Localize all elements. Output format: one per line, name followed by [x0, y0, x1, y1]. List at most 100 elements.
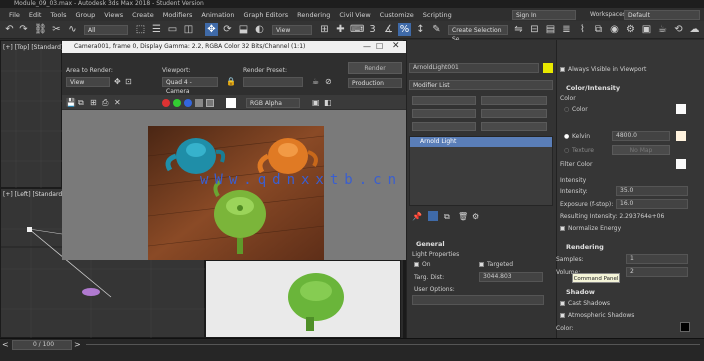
filter-color-swatch[interactable]: [676, 159, 686, 169]
percent-snap-icon[interactable]: %: [398, 23, 411, 36]
named-selection-dropdown[interactable]: Create Selection Se: [448, 25, 508, 43]
selection-filter-dropdown[interactable]: All: [84, 25, 128, 35]
shadow-rollout-title[interactable]: Shadow: [566, 288, 595, 296]
intensity-spinner[interactable]: 35.0: [616, 186, 688, 196]
modifier-stack-item[interactable]: Arnold Light: [410, 137, 552, 147]
production-dropdown[interactable]: Production: [348, 78, 402, 88]
workspace-dropdown[interactable]: Default: [624, 10, 700, 20]
pin-stack-icon[interactable]: 📌: [412, 212, 422, 221]
green-channel-icon[interactable]: [173, 99, 181, 107]
rotate-icon[interactable]: ⟳: [221, 23, 234, 36]
viewport-top-label[interactable]: [+] [Top] [Standard]: [3, 44, 63, 51]
print-icon[interactable]: ⎙: [102, 98, 108, 108]
menu-modifiers[interactable]: Modifiers: [163, 11, 193, 19]
align-icon[interactable]: ⊟: [528, 23, 541, 36]
volume-spinner[interactable]: 2: [626, 267, 688, 277]
snaps-toggle-icon[interactable]: 3: [366, 23, 379, 36]
blue-channel-icon[interactable]: [184, 99, 192, 107]
rendering-rollout-title[interactable]: Rendering: [566, 243, 604, 251]
user-options-field[interactable]: [412, 295, 544, 305]
menu-animation[interactable]: Animation: [201, 11, 234, 19]
menu-tools[interactable]: Tools: [50, 11, 66, 19]
environment-icon[interactable]: ⊘: [325, 77, 332, 86]
region-select-icon[interactable]: ▭: [166, 23, 179, 36]
channel-dropdown[interactable]: RGB Alpha: [246, 98, 300, 108]
modifier-list-dropdown[interactable]: Modifier List: [409, 80, 553, 90]
render-setup-teapot-icon[interactable]: ☕: [312, 77, 319, 86]
targ-dist-spinner[interactable]: 3044.803: [479, 272, 543, 282]
menu-group[interactable]: Group: [76, 11, 96, 19]
redo-icon[interactable]: ↷: [17, 23, 30, 36]
render-button[interactable]: Render: [348, 62, 402, 74]
render-window-titlebar[interactable]: Camera001, frame 0, Display Gamma: 2.2, …: [62, 41, 408, 53]
menu-customize[interactable]: Customize: [380, 11, 414, 19]
exposure-spinner[interactable]: 16.0: [616, 199, 688, 209]
mirror-icon[interactable]: ⇋: [512, 23, 525, 36]
spinner-snap-icon[interactable]: ↕: [414, 23, 427, 36]
place-icon[interactable]: ◐: [253, 23, 266, 36]
menu-edit[interactable]: Edit: [29, 11, 42, 19]
render-iterative-icon[interactable]: ⟲: [672, 23, 685, 36]
menu-file[interactable]: File: [9, 11, 20, 19]
clone-window-icon[interactable]: ⊞: [90, 98, 97, 107]
menu-graph-editors[interactable]: Graph Editors: [244, 11, 289, 19]
texture-map-button[interactable]: No Map: [612, 145, 670, 155]
keyboard-shortcut-icon[interactable]: ⌨: [350, 23, 364, 36]
modifier-shortcut-2[interactable]: [481, 96, 547, 105]
select-object-icon[interactable]: ⬚: [134, 23, 147, 36]
modifier-shortcut-5[interactable]: [412, 122, 476, 131]
mono-icon[interactable]: [206, 99, 214, 107]
object-color-swatch[interactable]: [543, 63, 553, 73]
samples-spinner[interactable]: 1: [626, 254, 688, 264]
viewport-camera[interactable]: [205, 260, 401, 338]
link-icon[interactable]: ⛓: [34, 23, 47, 36]
color-radio-symbol[interactable]: ○: [564, 106, 569, 113]
sign-in-dropdown[interactable]: Sign In: [512, 10, 576, 20]
rendered-frame-icon[interactable]: ▣: [640, 23, 653, 36]
select-manipulate-icon[interactable]: ✚: [334, 23, 347, 36]
render-cloud-icon[interactable]: ☁: [688, 23, 701, 36]
pivot-center-icon[interactable]: ⊞: [318, 23, 331, 36]
red-channel-icon[interactable]: [162, 99, 170, 107]
timeline-track[interactable]: [86, 344, 700, 345]
scale-icon[interactable]: ⬓: [237, 23, 250, 36]
modifier-shortcut-3[interactable]: [412, 109, 476, 118]
angle-snap-icon[interactable]: ∡: [382, 23, 395, 36]
atmospheric-shadows-checkbox[interactable]: [560, 313, 565, 318]
color-intensity-title[interactable]: Color/Intensity: [566, 84, 620, 92]
kelvin-spinner[interactable]: 4800.0: [612, 131, 670, 141]
unlink-icon[interactable]: ✂: [50, 23, 63, 36]
minimize-icon[interactable]: —: [363, 42, 371, 51]
toggle-ui-icon[interactable]: ◧: [324, 98, 332, 107]
auto-region-icon[interactable]: ⊡: [125, 77, 132, 86]
on-checkbox[interactable]: [414, 262, 419, 267]
render-preset-dropdown[interactable]: [243, 77, 303, 87]
select-move-icon[interactable]: ✥: [205, 23, 218, 36]
time-slider-prev-icon[interactable]: <: [2, 340, 9, 349]
menu-rendering[interactable]: Rendering: [297, 11, 330, 19]
copy-image-icon[interactable]: ⧉: [78, 98, 84, 108]
render-setup-icon[interactable]: ⚙: [624, 23, 637, 36]
targeted-checkbox[interactable]: [479, 262, 484, 267]
texture-radio-symbol[interactable]: ○: [564, 147, 569, 154]
clear-icon[interactable]: ✕: [114, 98, 121, 107]
schematic-view-icon[interactable]: ⧉: [592, 23, 605, 36]
reference-coord-dropdown[interactable]: View: [272, 25, 312, 35]
modifier-shortcut-6[interactable]: [481, 122, 547, 131]
viewport-top[interactable]: [0, 40, 63, 189]
make-unique-icon[interactable]: ⧉: [444, 212, 450, 222]
alpha-channel-icon[interactable]: [195, 99, 203, 107]
kelvin-radio-symbol[interactable]: ●: [564, 133, 569, 140]
menu-scripting[interactable]: Scripting: [423, 11, 452, 19]
menu-civil-view[interactable]: Civil View: [339, 11, 370, 19]
viewport-dropdown[interactable]: Quad 4 - Camera: [162, 77, 218, 95]
window-crossing-icon[interactable]: ◫: [182, 23, 195, 36]
configure-sets-icon[interactable]: ⚙: [472, 212, 479, 221]
shadow-color-swatch[interactable]: [680, 322, 690, 332]
viewport-left-label[interactable]: [+] [Left] [Standard]: [3, 191, 64, 198]
maximize-icon[interactable]: ☐: [376, 42, 383, 51]
modifier-shortcut-4[interactable]: [481, 109, 547, 118]
select-by-name-icon[interactable]: ☰: [150, 23, 163, 36]
menu-views[interactable]: Views: [104, 11, 123, 19]
color-swatch[interactable]: [676, 104, 686, 114]
